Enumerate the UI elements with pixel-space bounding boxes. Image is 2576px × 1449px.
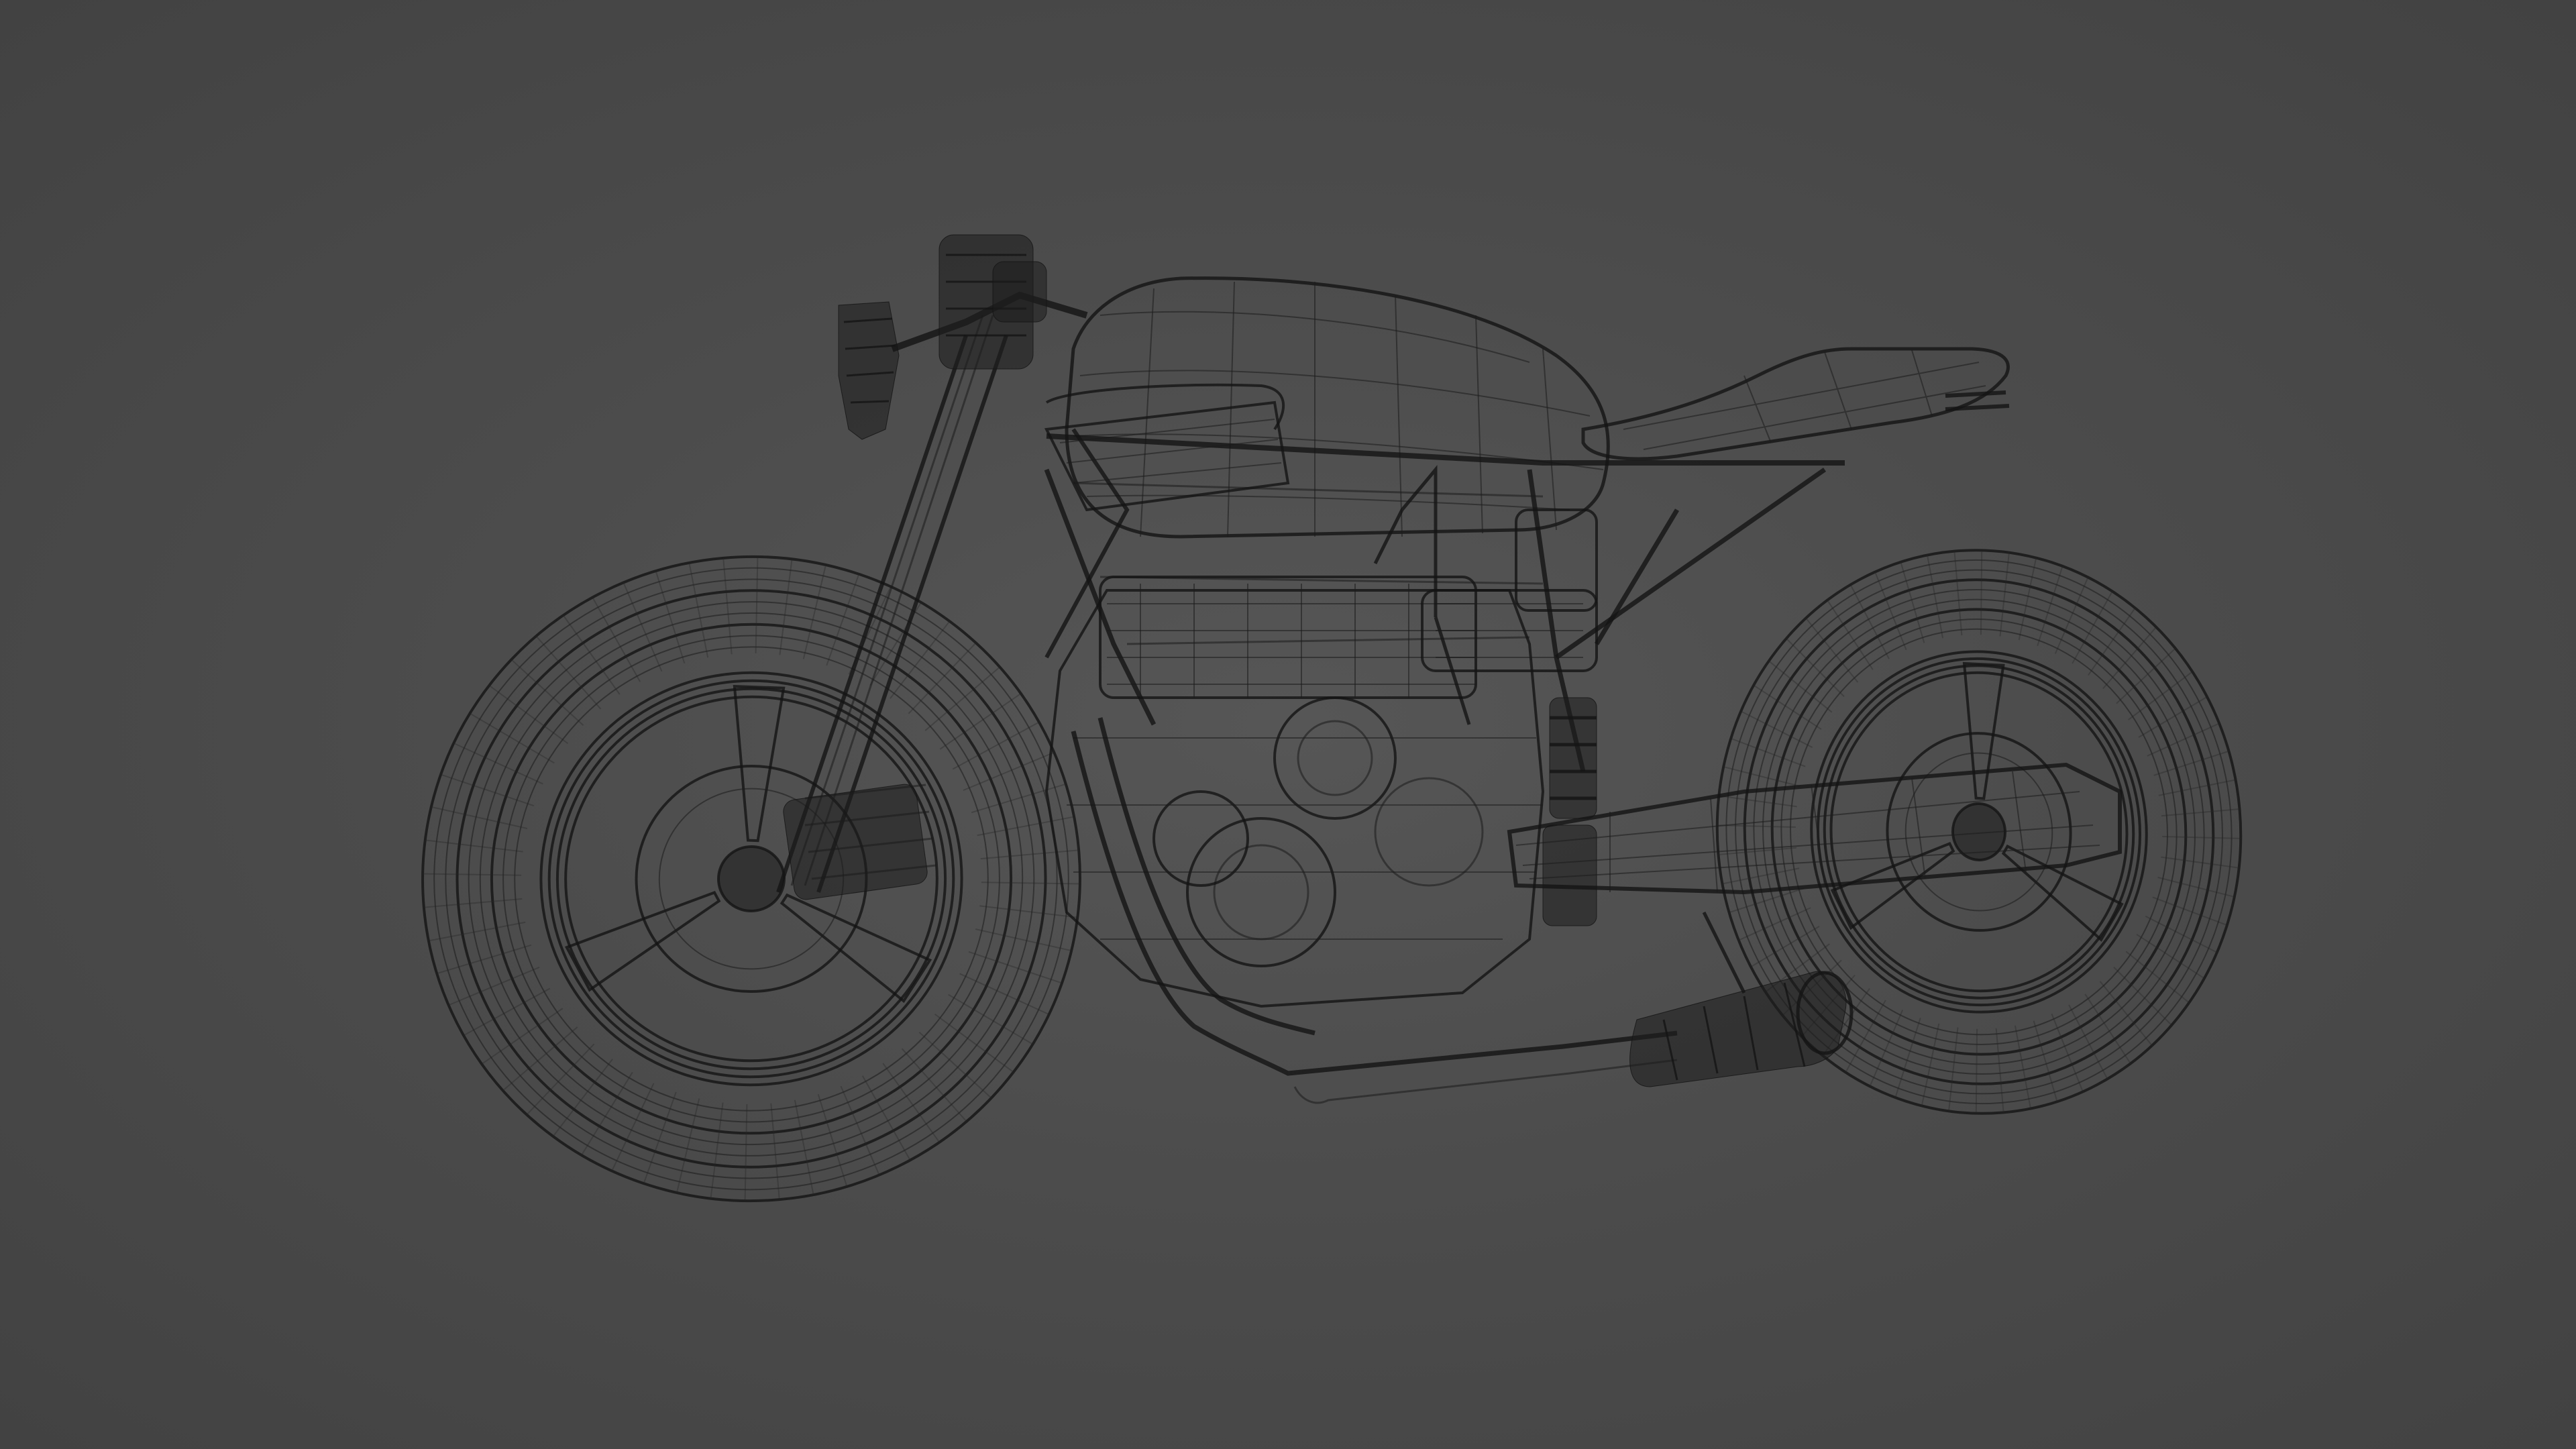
seat-tail (1581, 347, 2010, 461)
engine (1044, 465, 1545, 1008)
swingarm (1507, 762, 2122, 895)
front-wheel (421, 555, 1081, 1203)
motorcycle-wireframe-model (421, 234, 2243, 1203)
handlebar (891, 234, 1088, 370)
3d-viewport[interactable] (0, 0, 2576, 1449)
fuel-tank (1065, 276, 1610, 539)
rear-shock (1542, 697, 1597, 926)
headlight (838, 301, 900, 440)
frame (1044, 428, 1845, 772)
